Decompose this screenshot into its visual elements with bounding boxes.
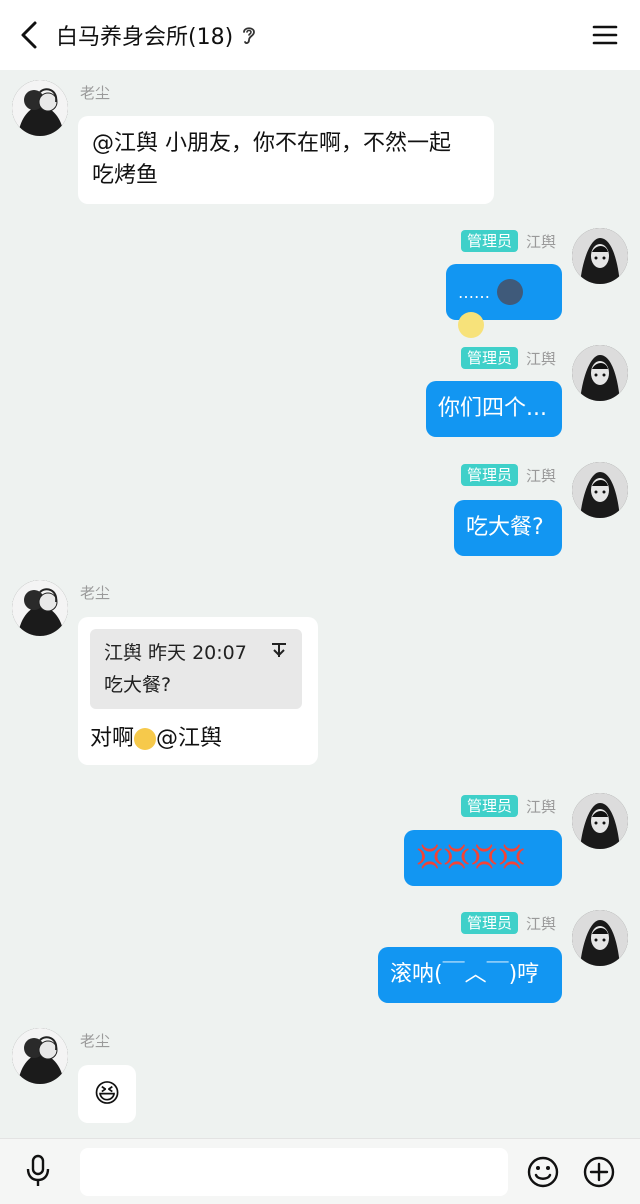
sender-name: 老尘: [80, 84, 111, 102]
smiley-icon: [527, 1156, 559, 1188]
face-with-monocle-icon: [134, 728, 157, 750]
avatar[interactable]: [12, 1028, 68, 1084]
ear-icon: [241, 24, 257, 46]
admin-badge: 管理员: [460, 347, 518, 369]
message-bubble[interactable]: ……: [446, 264, 562, 338]
message-bubble[interactable]: 💢💢💢💢: [404, 830, 562, 886]
message-bubble[interactable]: 吃大餐?: [454, 500, 562, 556]
admin-badge: 管理员: [460, 464, 518, 486]
microphone-icon: [26, 1154, 50, 1186]
sender-info: 管理员 江舆: [460, 230, 556, 252]
hamburger-menu-icon: [592, 25, 618, 45]
emoji-button[interactable]: [524, 1153, 562, 1191]
avatar[interactable]: [572, 793, 628, 849]
message-text: 吃大餐?: [466, 515, 544, 540]
avatar[interactable]: [572, 228, 628, 284]
laughing-face-icon: 😆: [93, 1079, 121, 1109]
message-input[interactable]: [80, 1148, 508, 1196]
avatar[interactable]: [572, 345, 628, 401]
jump-to-quote-icon[interactable]: [270, 637, 288, 669]
chevron-left-icon: [21, 21, 37, 49]
plus-circle-icon: [583, 1156, 615, 1188]
message-text: ……: [458, 283, 490, 302]
avatar[interactable]: [12, 80, 68, 136]
full-moon-face-icon: [458, 312, 484, 338]
message-bubble[interactable]: @江舆 小朋友，你不在啊，不然一起 吃烤鱼: [78, 116, 494, 204]
chat-title-wrap[interactable]: 白马养身会所(18): [56, 18, 257, 52]
admin-badge: 管理员: [460, 795, 518, 817]
quoted-message[interactable]: 江舆 昨天 20:07 吃大餐?: [90, 629, 302, 709]
sender-info: 管理员 江舆: [460, 912, 556, 934]
new-moon-face-icon: [497, 279, 523, 305]
message-outgoing: 管理员 江舆 💢💢💢💢: [0, 793, 640, 893]
message-outgoing: 管理员 江舆 ……: [0, 228, 640, 338]
message-outgoing: 管理员 江舆 吃大餐?: [0, 462, 640, 562]
sender-name: 江舆: [525, 349, 556, 368]
message-incoming: 老尘 江舆 昨天 20:07 吃大餐? 对啊 @江舆: [0, 580, 640, 780]
sender-name: 江舆: [525, 466, 556, 485]
sender-info: 管理员 江舆: [460, 464, 556, 486]
more-button[interactable]: [580, 1153, 618, 1191]
admin-badge: 管理员: [460, 230, 518, 252]
message-incoming: 老尘 😆: [0, 1028, 640, 1138]
message-bubble[interactable]: 😆: [78, 1065, 136, 1123]
mention-text: @江舆: [156, 726, 223, 751]
quote-header: 江舆 昨天 20:07: [104, 642, 247, 664]
message-incoming: 老尘 @江舆 小朋友，你不在啊，不然一起 吃烤鱼: [0, 80, 640, 210]
back-button[interactable]: [12, 18, 46, 52]
message-outgoing: 管理员 江舆 你们四个...: [0, 345, 640, 445]
sender-name: 江舆: [525, 914, 556, 933]
quote-text: 吃大餐?: [104, 674, 172, 696]
sender-name: 老尘: [80, 1032, 111, 1050]
input-bar: [0, 1138, 640, 1204]
voice-button[interactable]: [20, 1153, 56, 1189]
sender-info: 管理员 江舆: [460, 347, 556, 369]
chat-header: 白马养身会所(18): [0, 0, 640, 70]
message-list[interactable]: 老尘 @江舆 小朋友，你不在啊，不然一起 吃烤鱼 管理员 江舆 …… 管理员 江…: [0, 70, 640, 1138]
avatar[interactable]: [572, 462, 628, 518]
sender-name: 老尘: [80, 584, 111, 602]
message-text: 对啊: [90, 726, 135, 751]
message-text: 滚呐(￣︿￣)哼: [390, 962, 540, 987]
avatar[interactable]: [572, 910, 628, 966]
sender-info: 管理员 江舆: [460, 795, 556, 817]
message-text: 💢💢💢💢: [416, 845, 526, 870]
menu-button[interactable]: [590, 20, 620, 50]
message-text: 你们四个...: [438, 396, 547, 421]
sender-name: 江舆: [525, 797, 556, 816]
message-bubble[interactable]: 你们四个...: [426, 381, 562, 437]
message-bubble[interactable]: 江舆 昨天 20:07 吃大餐? 对啊 @江舆: [78, 617, 318, 765]
admin-badge: 管理员: [460, 912, 518, 934]
avatar[interactable]: [12, 580, 68, 636]
message-text: @江舆 小朋友，你不在啊，不然一起 吃烤鱼: [92, 131, 451, 188]
message-bubble[interactable]: 滚呐(￣︿￣)哼: [378, 947, 562, 1003]
sender-name: 江舆: [525, 232, 556, 251]
message-outgoing: 管理员 江舆 滚呐(￣︿￣)哼: [0, 910, 640, 1010]
chat-title: 白马养身会所(18): [56, 25, 234, 50]
